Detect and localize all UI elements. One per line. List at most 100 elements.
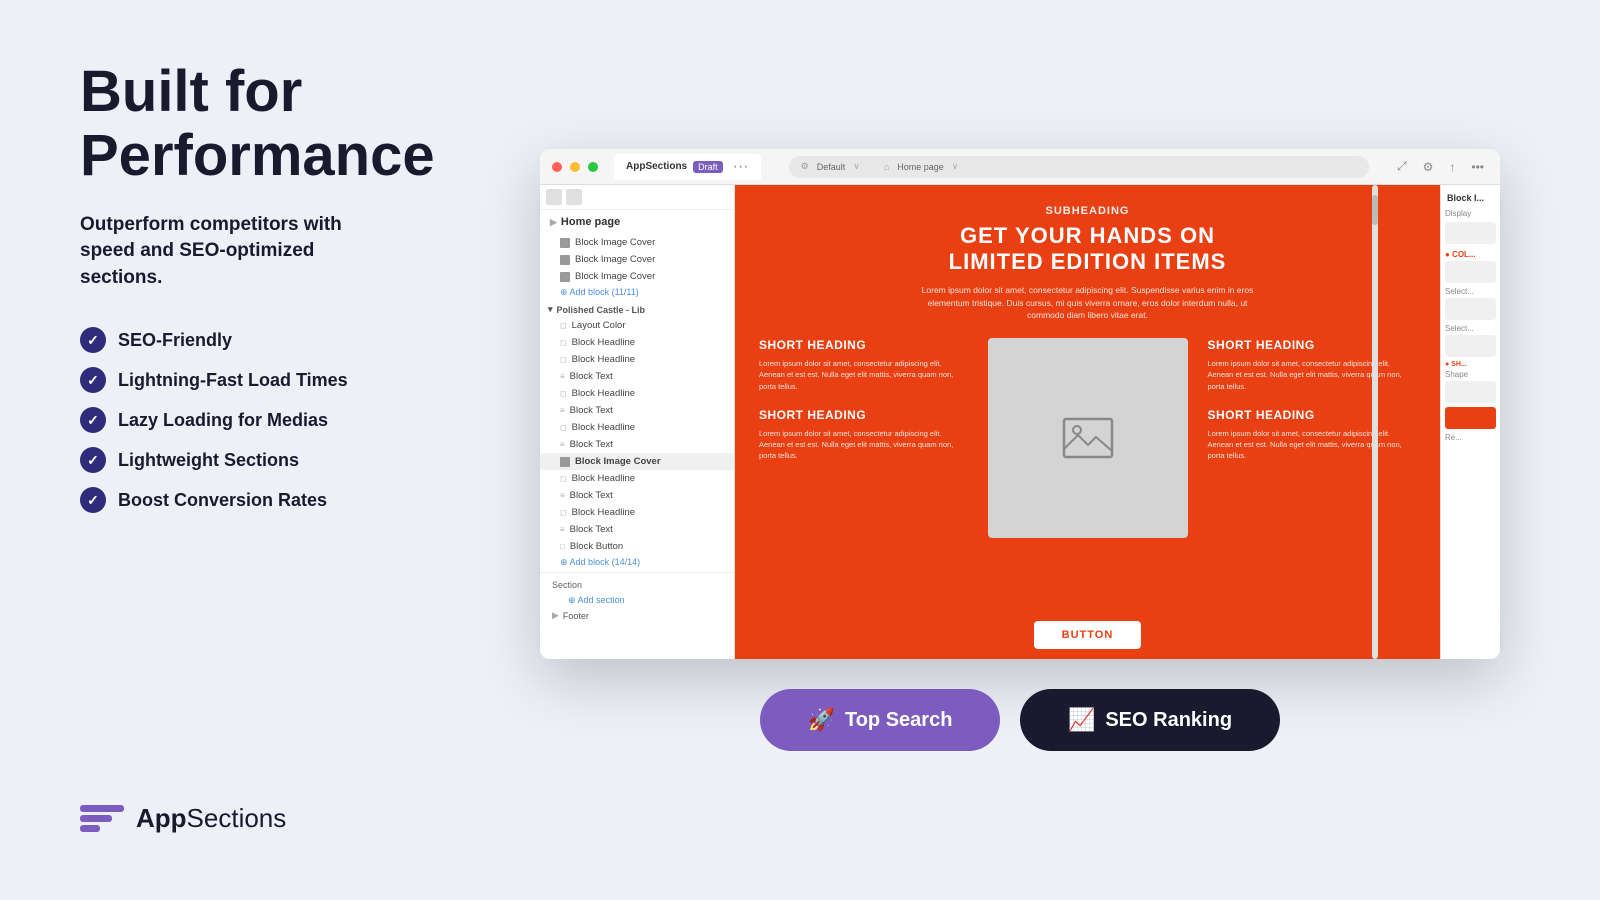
section-grid: SHORT HEADING Lorem ipsum dolor sit amet… [755,338,1420,611]
logo-bar-3 [80,825,100,832]
top-search-label: Top Search [845,709,952,732]
lib-item-image-cover[interactable]: Block Image Cover [540,453,734,470]
homepage-chevron-icon: ∨ [952,161,959,172]
feature-label-5: Boost Conversion Rates [118,490,327,511]
browser-dot-yellow [570,162,580,172]
lib-item-button[interactable]: □ Block Button [540,538,734,555]
shape-label: ● SH... [1445,361,1496,368]
expand-tree-icon[interactable]: ▶ [550,217,557,228]
collapse-icon[interactable]: ▾ [548,304,553,315]
settings-icon[interactable]: ⚙ [1423,160,1434,174]
footer-label: Footer [563,611,589,621]
url-chevron-icon: ∨ [853,161,860,172]
browser-body: ▶ Home page Block Image Cover Block Imag… [540,185,1500,659]
section-label: Section [548,577,726,593]
feature-item-5: Boost Conversion Rates [80,487,400,513]
check-icon-5 [80,487,106,513]
sidebar-item-block-3[interactable]: Block Image Cover [540,268,734,285]
lib-items: ◻ Layout Color ◻ Block Headline ◻ Block … [540,317,734,570]
rp-item-1[interactable] [1445,222,1496,244]
seo-ranking-button[interactable]: 📈 SEO Ranking [1020,689,1280,751]
footer-expand-icon[interactable]: ▶ [552,610,559,621]
url-controls: ⤢ ⚙ ↑ ••• [1397,159,1488,174]
editor-right-panel: Block I... Display ● COL... Select... Se… [1440,185,1500,659]
block-icon-1 [560,238,570,248]
sidebar-nav-icon[interactable] [546,189,562,205]
sidebar-item-block-1[interactable]: Block Image Cover [540,234,734,251]
section-text: Section [552,580,582,590]
top-search-button[interactable]: 🚀 Top Search [760,689,1000,751]
lib-item-text-1[interactable]: ≡ Block Text [540,368,734,385]
add-block-link-2[interactable]: ⊕ Add block (14/14) [540,555,734,570]
share-icon[interactable]: ↑ [1449,160,1455,174]
lib-item-icon-5: ◻ [560,389,567,398]
right-panel-title: Block I... [1445,193,1496,203]
browser-mockup: AppSections Draft ··· ⚙ Default ∨ ⌂ Home… [540,149,1500,659]
footer-row: ▶ Footer [548,608,726,623]
lib-item-headline-6[interactable]: ◻ Block Headline [540,504,734,521]
rocket-icon: 🚀 [808,707,835,733]
editor-canvas: SUBHEADING GET YOUR HANDS ON LIMITED EDI… [735,185,1440,659]
lib-item-icon-1: ◻ [560,321,567,330]
color-label: ● COL... [1445,250,1496,259]
lib-item-icon-13: ≡ [560,525,565,534]
lib-item-icon-6: ≡ [560,406,565,415]
image-placeholder-icon [1062,417,1114,459]
rp-item-2[interactable] [1445,261,1496,283]
page-title-label: Home page [561,216,620,228]
editor-sidebar: ▶ Home page Block Image Cover Block Imag… [540,185,735,659]
url-default: Default [817,162,846,172]
add-block-link-1[interactable]: ⊕ Add block (11/11) [540,285,734,300]
logo-bar-1 [80,805,124,812]
lib-item-text-2[interactable]: ≡ Block Text [540,402,734,419]
add-section-link[interactable]: ⊕ Add section [548,593,726,608]
lib-item-icon-8: ≡ [560,440,565,449]
lib-item-text-4[interactable]: ≡ Block Text [540,487,734,504]
expand-icon[interactable]: ⤢ [1397,159,1407,174]
feature-item-4: Lightweight Sections [80,447,400,473]
rp-item-3[interactable] [1445,298,1496,320]
lib-item-headline-5[interactable]: ◻ Block Headline [540,470,734,487]
lib-item-headline-4[interactable]: ◻ Block Headline [540,419,734,436]
rp-item-4[interactable] [1445,335,1496,357]
grid-col-left: SHORT HEADING Lorem ipsum dolor sit amet… [755,338,972,611]
subtitle: Outperform competitors with speed and SE… [80,212,400,292]
logo-bar-2 [80,815,112,822]
lib-item-headline-2[interactable]: ◻ Block Headline [540,351,734,368]
lib-item-layout[interactable]: ◻ Layout Color [540,317,734,334]
lib-item-icon-9 [560,457,570,467]
scroll-bar[interactable] [1372,185,1378,659]
lib-item-headline-1[interactable]: ◻ Block Headline [540,334,734,351]
lib-item-icon-12: ◻ [560,508,567,517]
sidebar-items-container: Block Image Cover Block Image Cover Bloc… [540,234,734,300]
lib-item-icon-14: □ [560,542,565,551]
select-label-2: Select... [1445,324,1496,333]
card-heading-2: SHORT HEADING [759,408,968,422]
url-bar[interactable]: ⚙ Default ∨ ⌂ Home page ∨ [789,156,1369,178]
sidebar-nav-icon-2[interactable] [566,189,582,205]
card-text-2: Lorem ipsum dolor sit amet, consectetur … [759,428,968,462]
logo-bold: App [136,803,187,833]
tab-more-icon[interactable]: ··· [733,158,749,176]
lib-item-icon-4: ≡ [560,372,565,381]
section-cta-button[interactable]: BUTTON [1034,621,1142,649]
lib-item-text-3[interactable]: ≡ Block Text [540,436,734,453]
rp-item-5[interactable] [1445,381,1496,403]
check-icon-2 [80,367,106,393]
feature-label-1: SEO-Friendly [118,330,232,351]
block-icon-2 [560,255,570,265]
rp-item-accent[interactable] [1445,407,1496,429]
sidebar-item-block-2[interactable]: Block Image Cover [540,251,734,268]
lib-header: ▾ Polished Castle - Lib [540,300,734,317]
home-icon: ⌂ [884,162,889,172]
browser-tab[interactable]: AppSections Draft ··· [614,154,761,180]
lib-item-headline-3[interactable]: ◻ Block Headline [540,385,734,402]
dots-icon[interactable]: ••• [1471,160,1484,174]
select-label-1: Select... [1445,287,1496,296]
display-label: Display [1445,209,1496,218]
lib-item-text-5[interactable]: ≡ Block Text [540,521,734,538]
left-panel: Built for Performance Outperform competi… [0,0,460,900]
check-icon-3 [80,407,106,433]
browser-toolbar: AppSections Draft ··· ⚙ Default ∨ ⌂ Home… [540,149,1500,185]
lib-item-icon-7: ◻ [560,423,567,432]
